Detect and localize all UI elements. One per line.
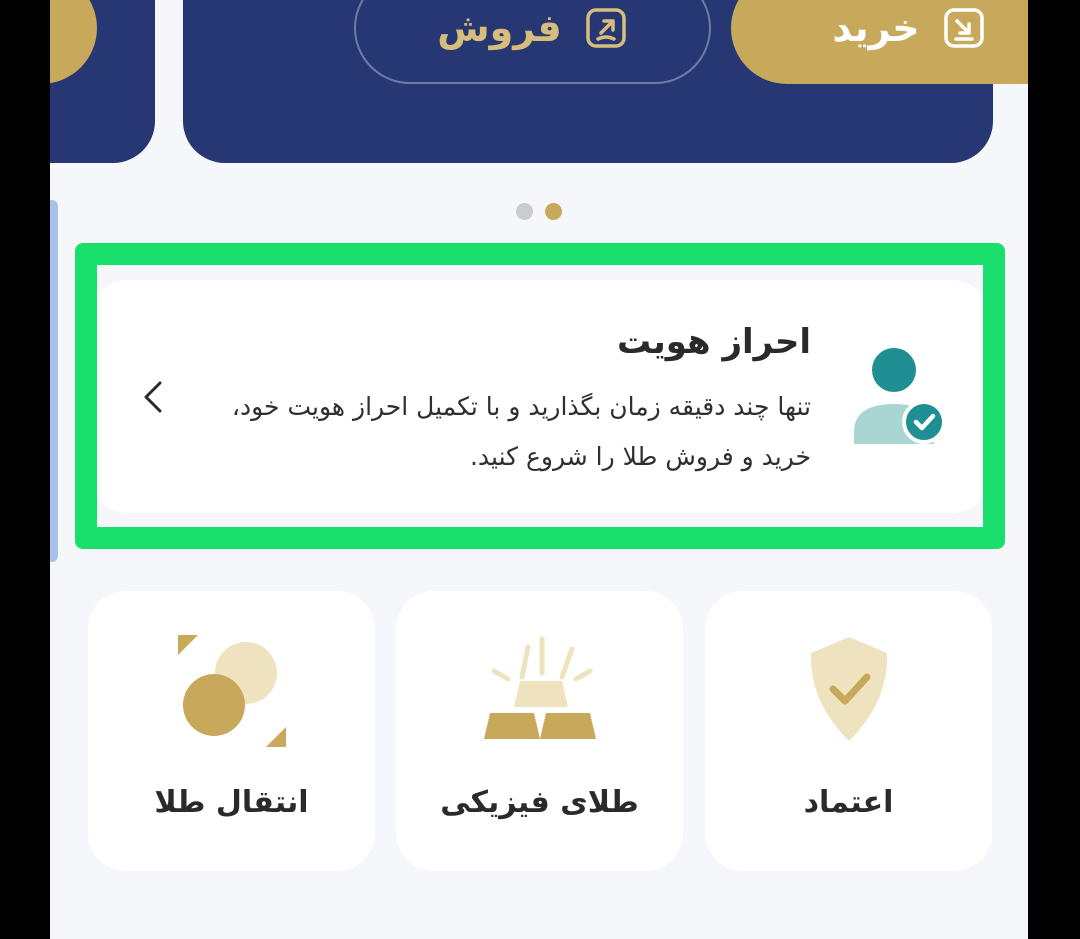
sell-button-label: فروش [437, 6, 562, 50]
kyc-description: تنها چند دقیقه زمان بگذارید و با تکمیل ا… [231, 392, 811, 471]
hero-card: خرید فروش [183, 0, 1028, 163]
chevron-left-icon[interactable] [142, 380, 164, 414]
feature-label: طلای فیزیکی [440, 785, 639, 820]
kyc-card[interactable]: احراز هویت تنها چند دقیقه زمان بگذارید و… [88, 280, 991, 513]
feature-label: انتقال طلا [154, 785, 309, 820]
buy-button-label: خرید [832, 6, 920, 50]
kyc-title: احراز هویت [616, 322, 811, 362]
feature-label: اعتماد [803, 785, 894, 820]
carousel-dot[interactable] [516, 203, 533, 220]
previous-hero-button[interactable] [50, 0, 97, 84]
user-verified-icon [854, 348, 946, 444]
gold-bars-icon [483, 636, 596, 739]
feature-tile-physical-gold[interactable]: طلای فیزیکی [396, 591, 683, 871]
shield-check-icon [810, 637, 887, 741]
buy-button[interactable]: خرید [731, 0, 1028, 84]
screen: خرید فروش احراز هویت تنها چند دقیقه زمان… [50, 0, 1028, 939]
transfer-coins-icon [177, 635, 286, 747]
previous-hero-card[interactable] [50, 0, 155, 163]
feature-tile-gold-transfer[interactable]: انتقال طلا [88, 591, 375, 871]
sell-button[interactable]: فروش [354, 0, 711, 84]
feature-tile-trust[interactable]: اعتماد [705, 591, 992, 871]
carousel-dot-active[interactable] [545, 203, 562, 220]
sell-icon [586, 8, 626, 48]
edge-strip [50, 200, 58, 562]
buy-icon [943, 8, 984, 48]
